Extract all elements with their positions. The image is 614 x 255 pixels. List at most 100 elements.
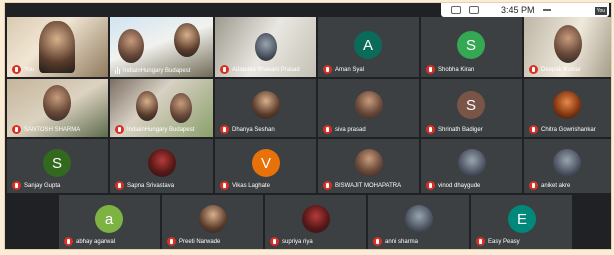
- participant-name: Shrinath Badiger: [438, 126, 483, 133]
- participant-name: Aman Syal: [335, 66, 365, 73]
- participant-name: Adapaka Bhavani Prasad: [232, 66, 300, 73]
- participant-tile[interactable]: Deepak Kumar: [524, 17, 611, 77]
- participant-tile[interactable]: S Shobha Kiran: [421, 17, 522, 77]
- participant-tile[interactable]: a abhay agarwal: [59, 195, 160, 249]
- participant-video: [170, 93, 192, 123]
- participant-avatar: [252, 91, 280, 119]
- mic-off-icon: [476, 237, 485, 246]
- participant-name: Dhanya Seshan: [232, 126, 275, 133]
- participant-name: Easy Peasy: [488, 238, 520, 245]
- participant-label: You: [12, 65, 34, 74]
- participant-avatar: S: [457, 31, 485, 59]
- participant-name: Deepak Kumar: [541, 66, 582, 73]
- participant-tile[interactable]: SANTOSH SHARMA: [7, 79, 108, 137]
- participant-name: BISWAJIT MOHAPATRA: [335, 182, 402, 189]
- participant-avatar: E: [508, 205, 536, 233]
- participant-tile[interactable]: V Vikas Laghate: [215, 139, 316, 193]
- participant-label: Easy Peasy: [476, 237, 520, 246]
- participant-video: [118, 29, 144, 63]
- mic-off-icon: [529, 125, 538, 134]
- chat-icon[interactable]: [469, 6, 479, 14]
- participant-avatar: [355, 91, 383, 119]
- participant-avatar: [553, 149, 581, 177]
- participant-tile[interactable]: siva prasad: [318, 79, 419, 137]
- participant-tile[interactable]: Sapna Srivastava: [110, 139, 213, 193]
- participant-name: Vikas Laghate: [232, 182, 270, 189]
- participant-label: Shobha Kiran: [426, 65, 474, 74]
- mic-off-icon: [323, 181, 332, 190]
- participant-label: BISWAJIT MOHAPATRA: [323, 181, 401, 190]
- participant-name: aniket akre: [541, 182, 571, 189]
- participant-name: vinod dhaygude: [438, 182, 481, 189]
- participant-avatar: [553, 91, 581, 119]
- participant-name: IndiainHungary Budapest: [123, 67, 191, 74]
- participant-name: anni sharma: [385, 238, 419, 245]
- mic-off-icon: [220, 181, 229, 190]
- participant-tile[interactable]: anni sharma: [368, 195, 469, 249]
- participants-icon[interactable]: [451, 6, 461, 14]
- mic-off-icon: [220, 125, 229, 134]
- participant-tile[interactable]: vinod dhaygude: [421, 139, 522, 193]
- mic-off-icon: [426, 65, 435, 74]
- participant-avatar: [302, 205, 330, 233]
- participant-tile[interactable]: Preeti Narwade: [162, 195, 263, 249]
- participant-tile[interactable]: Dhanya Seshan: [215, 79, 316, 137]
- meeting-grid: 3:45 PM You You IndiainHungary Budapest …: [4, 2, 612, 250]
- participant-label: Adapaka Bhavani Prasad: [220, 65, 300, 74]
- participant-name: siva prasad: [335, 126, 366, 133]
- self-view-label: You: [594, 7, 607, 15]
- participant-avatar: A: [354, 31, 382, 59]
- participant-avatar: [405, 205, 433, 233]
- mic-off-icon: [167, 237, 176, 246]
- mic-off-icon: [220, 65, 229, 74]
- participant-tile[interactable]: Adapaka Bhavani Prasad: [215, 17, 316, 77]
- mic-off-icon: [426, 181, 435, 190]
- participant-avatar: a: [95, 205, 123, 233]
- participant-tile[interactable]: Chitra Gowrishankar: [524, 79, 611, 137]
- participant-name: IndiainHungary Budapest: [127, 126, 195, 133]
- mic-off-icon: [529, 181, 538, 190]
- participant-label: abhay agarwal: [64, 237, 115, 246]
- participant-label: Preeti Narwade: [167, 237, 220, 246]
- participant-label: Vikas Laghate: [220, 181, 270, 190]
- participant-label: anni sharma: [373, 237, 418, 246]
- participant-label: IndiainHungary Budapest: [115, 67, 190, 74]
- participant-video: [39, 21, 75, 73]
- participant-name: SANTOSH SHARMA: [24, 126, 81, 133]
- participant-tile[interactable]: You: [7, 17, 108, 77]
- participant-avatar: [458, 149, 486, 177]
- participant-label: Sapna Srivastava: [115, 181, 174, 190]
- participant-tile[interactable]: supriya riya: [265, 195, 366, 249]
- participant-label: vinod dhaygude: [426, 181, 480, 190]
- mic-off-icon: [270, 237, 279, 246]
- participant-label: IndiainHungary Budapest: [115, 125, 194, 134]
- mic-off-icon: [323, 125, 332, 134]
- participant-tile[interactable]: BISWAJIT MOHAPATRA: [318, 139, 419, 193]
- mic-off-icon: [323, 65, 332, 74]
- participant-label: Sanjay Gupta: [12, 181, 60, 190]
- participant-tile[interactable]: aniket akre: [524, 139, 611, 193]
- participant-name: Preeti Narwade: [179, 238, 221, 245]
- participant-tile[interactable]: IndiainHungary Budapest: [110, 79, 213, 137]
- participant-name: Chitra Gowrishankar: [541, 126, 596, 133]
- participant-tile[interactable]: S Sanjay Gupta: [7, 139, 108, 193]
- participant-label: siva prasad: [323, 125, 366, 134]
- participant-label: Aman Syal: [323, 65, 364, 74]
- mic-off-icon: [529, 65, 538, 74]
- mic-off-icon: [12, 65, 21, 74]
- top-bar: 3:45 PM You: [441, 3, 609, 17]
- participant-name: abhay agarwal: [76, 238, 116, 245]
- participant-tile[interactable]: E Easy Peasy: [471, 195, 572, 249]
- mic-off-icon: [426, 125, 435, 134]
- participant-tile[interactable]: S Shrinath Badiger: [421, 79, 522, 137]
- participant-tile[interactable]: A Aman Syal: [318, 17, 419, 77]
- participant-name: supriya riya: [282, 238, 313, 245]
- mic-off-icon: [12, 125, 21, 134]
- participant-video: [255, 33, 277, 61]
- clock-time: 3:45 PM: [501, 5, 535, 15]
- participant-avatar: V: [252, 149, 280, 177]
- minimize-icon[interactable]: [542, 9, 551, 11]
- participant-tile[interactable]: IndiainHungary Budapest: [110, 17, 213, 77]
- participant-avatar: S: [43, 149, 71, 177]
- mic-off-icon: [64, 237, 73, 246]
